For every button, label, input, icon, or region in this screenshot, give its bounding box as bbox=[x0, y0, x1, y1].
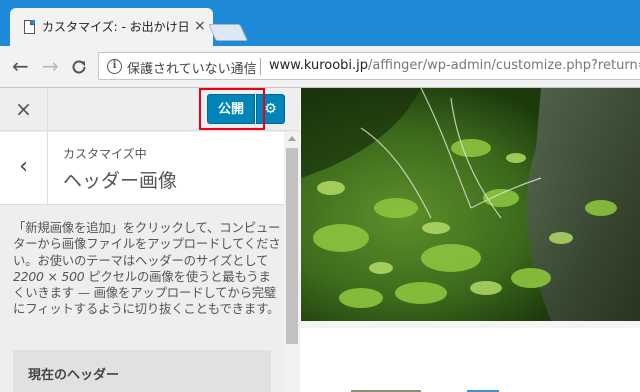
section-title-bar: ‹ カスタマイズ中 ヘッダー画像 bbox=[0, 132, 284, 205]
url-text[interactable]: www.kuroobi.jp/affinger/wp-admin/customi… bbox=[269, 58, 640, 73]
breadcrumb: カスタマイズ中 bbox=[63, 147, 147, 161]
tab-title: カスタマイズ: - お出かけ日記 bbox=[42, 20, 190, 34]
omnibox-divider bbox=[260, 58, 261, 75]
sidebar-scrollbar[interactable] bbox=[284, 132, 300, 392]
address-bar[interactable]: i 保護されていない通信 www.kuroobi.jp/affinger/wp-… bbox=[98, 52, 640, 80]
recommended-size: 2200 × 500 bbox=[13, 268, 85, 284]
close-icon[interactable]: × bbox=[0, 88, 48, 131]
tab-close-icon[interactable]: × bbox=[194, 17, 206, 35]
preview-divider bbox=[301, 321, 640, 328]
customizer-header: × 公開 ⚙ bbox=[0, 88, 300, 131]
header-image bbox=[301, 88, 640, 321]
info-icon[interactable]: i bbox=[107, 59, 122, 74]
reload-icon[interactable] bbox=[70, 55, 88, 80]
browser-tab[interactable]: カスタマイズ: - お出かけ日記 × bbox=[10, 8, 213, 46]
scroll-thumb[interactable] bbox=[286, 148, 298, 344]
forward-arrow-icon[interactable]: → bbox=[42, 55, 59, 77]
browser-tabstrip: カスタマイズ: - お出かけ日記 × bbox=[0, 0, 640, 46]
new-tab-button[interactable] bbox=[208, 24, 248, 41]
scroll-up-arrow-icon[interactable] bbox=[288, 136, 296, 141]
url-host: www.kuroobi.jp bbox=[269, 58, 369, 73]
section-description: 「新規画像を追加」をクリックして、コンピューターから画像ファイルをアップロードし… bbox=[13, 220, 281, 318]
url-path: /affinger/wp-admin/customize.php?return=… bbox=[368, 58, 640, 73]
security-label[interactable]: 保護されていない通信 bbox=[127, 58, 257, 77]
browser-toolbar: ← → i 保護されていない通信 www.kuroobi.jp/affinger… bbox=[0, 46, 640, 88]
customizer-sidebar: × 公開 ⚙ ‹ カスタマイズ中 ヘッダー画像 「新規画像を追加」をクリックして… bbox=[0, 88, 300, 392]
description-part-1: 「新規画像を追加」をクリックして、コンピューターから画像ファイルをアップロードし… bbox=[13, 220, 281, 268]
page-icon bbox=[24, 20, 35, 34]
back-arrow-icon[interactable]: ← bbox=[12, 55, 29, 77]
highlight-annotation bbox=[199, 88, 265, 130]
site-preview[interactable] bbox=[301, 88, 640, 392]
current-header-panel: 現在のヘッダー bbox=[13, 350, 271, 392]
section-title: ヘッダー画像 bbox=[63, 170, 178, 192]
current-header-label: 現在のヘッダー bbox=[28, 368, 120, 383]
back-icon[interactable]: ‹ bbox=[0, 132, 48, 205]
